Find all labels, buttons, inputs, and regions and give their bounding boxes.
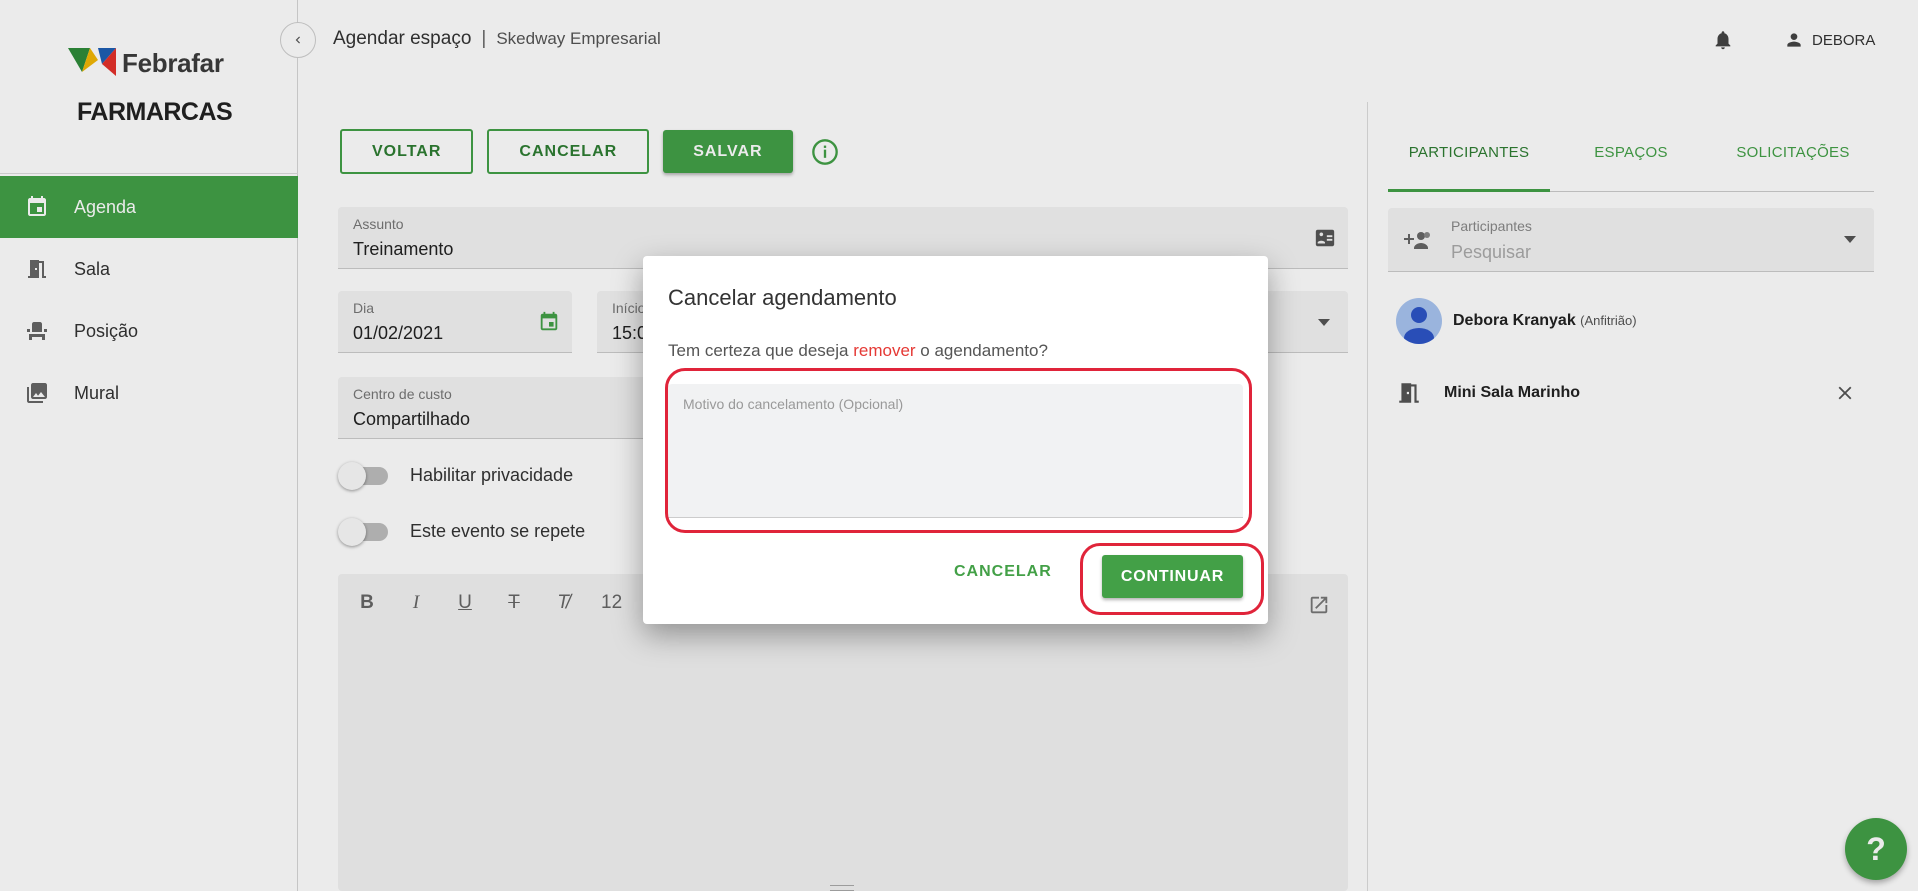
remove-highlight: remover: [853, 341, 916, 360]
app-root: Febrafar FARMARCAS Agenda Sala Posição M…: [0, 0, 1918, 891]
dialog-cancel-button[interactable]: CANCELAR: [954, 563, 1052, 581]
dialog-message: Tem certeza que deseja remover o agendam…: [668, 341, 1048, 360]
dialog-continue-button[interactable]: CONTINUAR: [1102, 555, 1243, 598]
textarea-highlight-ring: [665, 368, 1252, 533]
dialog-title: Cancelar agendamento: [668, 285, 897, 310]
